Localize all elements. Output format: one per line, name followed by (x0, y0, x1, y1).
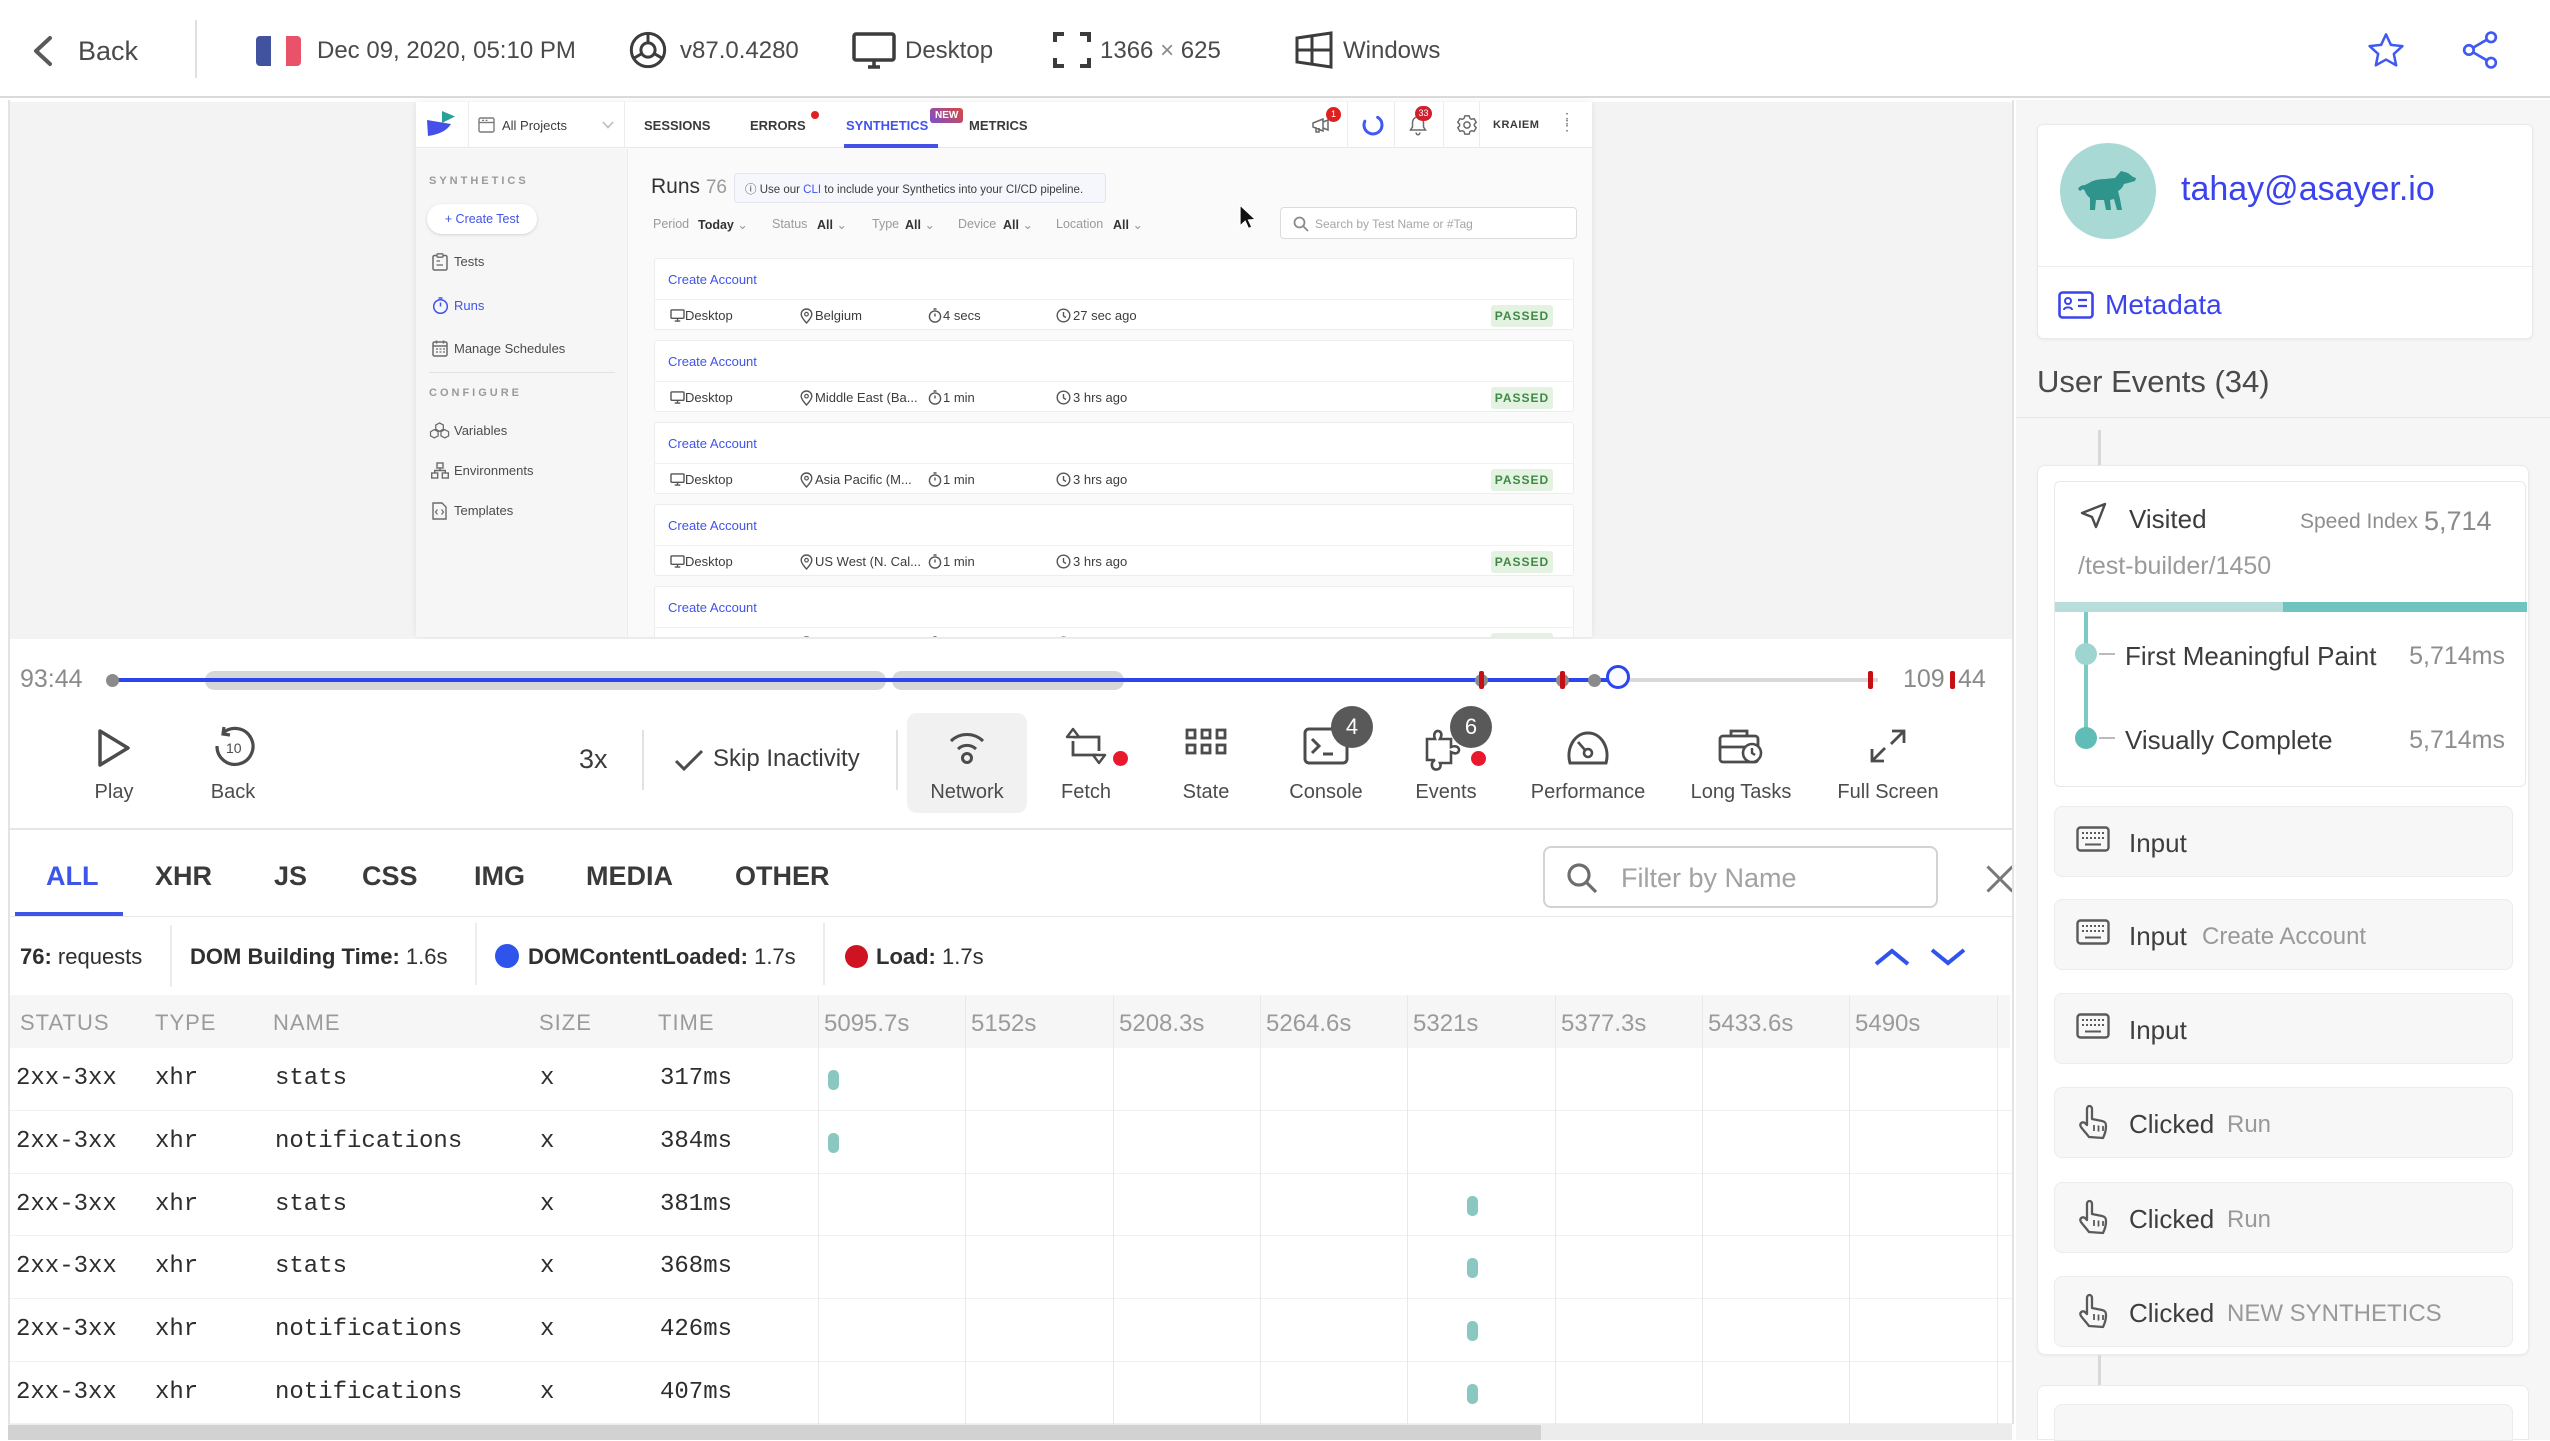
svg-text:10: 10 (226, 740, 242, 756)
